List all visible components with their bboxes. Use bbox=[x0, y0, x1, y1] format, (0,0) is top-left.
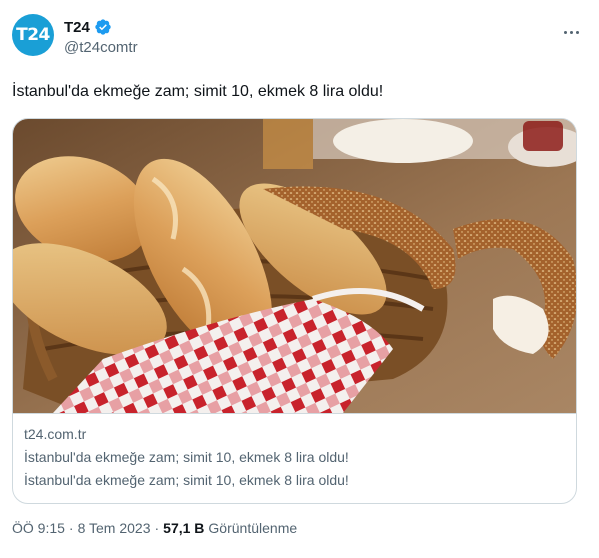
separator: · bbox=[154, 520, 160, 536]
tweet-meta: ÖÖ 9:15 · 8 Tem 2023 · 57,1 B Görüntülen… bbox=[12, 520, 297, 536]
display-name[interactable]: T24 bbox=[64, 19, 90, 36]
card-title[interactable]: İstanbul'da ekmeğe zam; simit 10, ekmek … bbox=[24, 448, 564, 466]
handle[interactable]: @t24comtr bbox=[64, 39, 138, 56]
bread-basket-photo[interactable] bbox=[13, 119, 576, 414]
tweet-text: İstanbul'da ekmeğe zam; simit 10, ekmek … bbox=[12, 83, 384, 100]
tweet-header: T24 T24 @t24comtr bbox=[12, 14, 587, 62]
display-name-row: T24 bbox=[64, 18, 138, 36]
avatar-text: T24 bbox=[16, 25, 50, 45]
separator: · bbox=[68, 520, 74, 536]
avatar[interactable]: T24 bbox=[12, 14, 54, 56]
card-domain[interactable]: t24.com.tr bbox=[24, 425, 564, 443]
card-meta: t24.com.tr İstanbul'da ekmeğe zam; simit… bbox=[24, 425, 564, 489]
author-names: T24 @t24comtr bbox=[64, 18, 138, 57]
card-description: İstanbul'da ekmeğe zam; simit 10, ekmek … bbox=[24, 472, 349, 488]
more-options-icon[interactable] bbox=[559, 22, 583, 42]
link-card[interactable]: t24.com.tr İstanbul'da ekmeğe zam; simit… bbox=[12, 118, 577, 504]
views-label: Görüntülenme bbox=[208, 520, 298, 536]
tweet-date[interactable]: 8 Tem 2023 bbox=[78, 520, 151, 536]
verified-badge-icon bbox=[95, 19, 111, 35]
tweet-time[interactable]: ÖÖ 9:15 bbox=[12, 520, 65, 536]
views-count: 57,1 B bbox=[163, 520, 205, 536]
